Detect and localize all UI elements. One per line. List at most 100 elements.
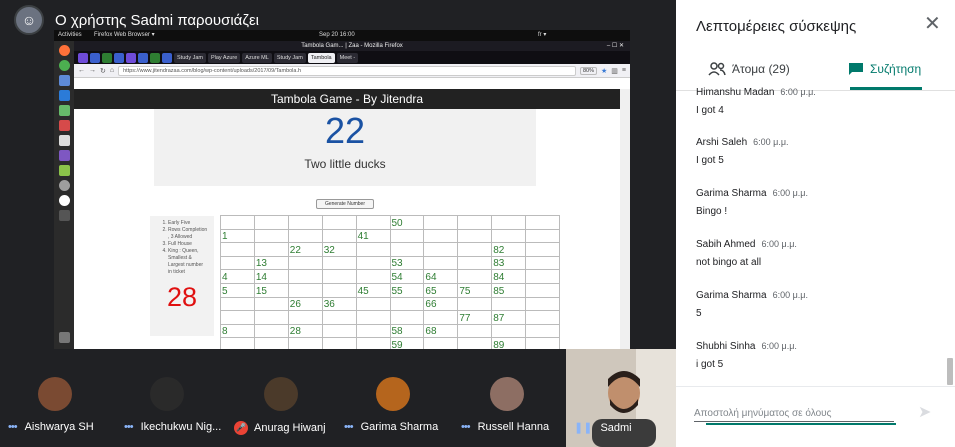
forward-icon[interactable]: → [89, 67, 96, 74]
participant-label: ••• Russell Hanna [461, 421, 549, 433]
board-cell [389, 296, 425, 312]
board-cell [253, 242, 289, 257]
vscode-icon[interactable] [58, 90, 70, 101]
board-row: 77 87 [220, 310, 560, 325]
speaking-icon: ❚❚ [574, 422, 593, 434]
board-cell [525, 337, 560, 349]
close-icon[interactable]: ✕ [924, 14, 941, 34]
message-header: Himanshu Madan 6:00 μ.μ. [696, 87, 936, 98]
participant-tile[interactable]: ••• Ikechukwu Nig... [116, 349, 229, 447]
browser-tab[interactable]: Azure ML [242, 52, 272, 63]
chat-input[interactable]: Αποστολή μηνύματος σε όλους [694, 408, 894, 422]
home-icon[interactable]: ⌂ [110, 67, 114, 74]
board-row: 50 [220, 215, 560, 230]
browser-tab-active[interactable]: Tambola [307, 52, 335, 63]
board-cell [287, 255, 323, 271]
participant-tile[interactable]: ••• Aishwarya SH [0, 349, 113, 447]
meet-window: ☺ Ο χρήστης Sadmi παρουσιάζει Activities… [0, 0, 955, 447]
back-icon[interactable]: ← [78, 67, 85, 74]
chat-scrollbar[interactable] [947, 358, 953, 385]
board-row: 8 28 58 68 [220, 323, 560, 339]
participant-tile[interactable]: ••• Russell Hanna [453, 349, 566, 447]
menu-icon[interactable]: ≡ [622, 67, 626, 74]
image-viewer-icon[interactable] [58, 165, 70, 176]
board-cell: 8 [220, 323, 255, 339]
firefox-icon[interactable] [58, 45, 70, 56]
participant-tile[interactable]: ••• Garima Sharma [336, 349, 449, 447]
current-number: 22 [324, 110, 366, 151]
board-cell [253, 310, 289, 325]
tab-chat[interactable]: Συζήτηση [848, 62, 921, 76]
pinned-tab[interactable] [138, 52, 148, 63]
text-editor-icon[interactable] [58, 135, 70, 146]
board-row: 59 89 [220, 337, 560, 349]
pinned-tab[interactable] [78, 52, 88, 63]
audio-level-icon: ••• [461, 421, 471, 433]
library-icon[interactable]: ▥ [611, 67, 618, 75]
browser-tab[interactable]: Study Jam [273, 52, 306, 63]
mic-off-icon: 🎤 [234, 421, 248, 435]
browser-tab[interactable]: Study Jam [174, 52, 206, 63]
pinned-tab[interactable] [114, 52, 124, 63]
url-bar[interactable]: https://www.jitendrazaa.com/blog/wp-cont… [118, 65, 576, 76]
board-cell [321, 255, 357, 271]
board-cell [457, 296, 493, 312]
board-cell [525, 269, 560, 284]
pinned-tab[interactable] [150, 52, 160, 63]
tambola-page: Tambola Game - By Jitendra 22 Two little… [74, 89, 620, 349]
settings-icon[interactable] [58, 150, 70, 161]
pinned-tab[interactable] [102, 52, 112, 63]
lang-indicator[interactable]: fr ▾ [538, 30, 546, 41]
board-cell: 64 [423, 269, 459, 284]
participant-tile[interactable]: 🎤 Anurag Hiwanj [226, 349, 339, 447]
terminal-icon[interactable] [58, 120, 70, 131]
tab-people[interactable]: Άτομα (29) [708, 62, 790, 76]
message-header: Sabih Ahmed 6:00 μ.μ. [696, 239, 936, 250]
board-cell: 82 [491, 242, 527, 257]
pinned-tab[interactable] [126, 52, 136, 63]
board-cell: 4 [220, 269, 255, 284]
board-cell [389, 242, 425, 257]
rules-panel: Early FiveRows Completion , 3 AllowedFul… [150, 216, 214, 336]
board-cell [253, 337, 289, 349]
board-cell: 1 [220, 228, 255, 244]
browser-tab[interactable]: Play Azure [207, 52, 241, 63]
board-cell [355, 323, 391, 339]
window-controls[interactable]: – ☐ ✕ [607, 41, 624, 51]
board-cell [525, 255, 560, 271]
participant-avatar [376, 377, 410, 411]
board-cell [423, 310, 459, 325]
participant-label: ••• Garima Sharma [344, 421, 438, 433]
reload-icon[interactable]: ↻ [100, 67, 106, 75]
sadmi-video-tile[interactable]: ❚❚ Sadmi [566, 349, 676, 447]
board-cell [389, 228, 425, 244]
audio-level-icon: ••• [124, 421, 134, 433]
pinned-tab[interactable] [162, 52, 172, 63]
shared-screen[interactable]: Activities Firefox Web Browser ▾ Sep 20 … [54, 30, 630, 349]
chromium-icon[interactable] [58, 195, 70, 206]
board-cell [321, 282, 357, 298]
disk-icon[interactable] [58, 180, 70, 191]
trash-icon[interactable] [58, 210, 70, 221]
monitor-icon[interactable] [58, 105, 70, 116]
board-cell [457, 255, 493, 271]
board-cell [287, 310, 323, 325]
chat-message: Arshi Saleh 6:00 μ.μ. I got 5 [696, 137, 936, 166]
browser-tab[interactable]: Meet - [336, 52, 359, 63]
app-grid-icon[interactable] [58, 332, 70, 343]
message-text: 5 [696, 308, 702, 319]
zoom-indicator[interactable]: 80% [579, 66, 597, 75]
message-sender: Garima Sharma [696, 290, 767, 301]
app-menu[interactable]: Firefox Web Browser ▾ [94, 30, 155, 41]
send-icon[interactable]: ➤ [918, 402, 931, 422]
chat-input-focus-line [706, 423, 896, 425]
activities-button[interactable]: Activities [58, 30, 82, 41]
last-number: 28 [166, 282, 198, 312]
files-icon[interactable] [58, 75, 70, 86]
pinned-tab[interactable] [90, 52, 100, 63]
generate-number-button[interactable]: Generate Number [316, 199, 374, 209]
chrome-icon[interactable] [58, 60, 70, 71]
board-cell [389, 310, 425, 325]
page-scrollbar[interactable] [620, 89, 630, 349]
bookmark-star-icon[interactable]: ★ [601, 67, 607, 75]
